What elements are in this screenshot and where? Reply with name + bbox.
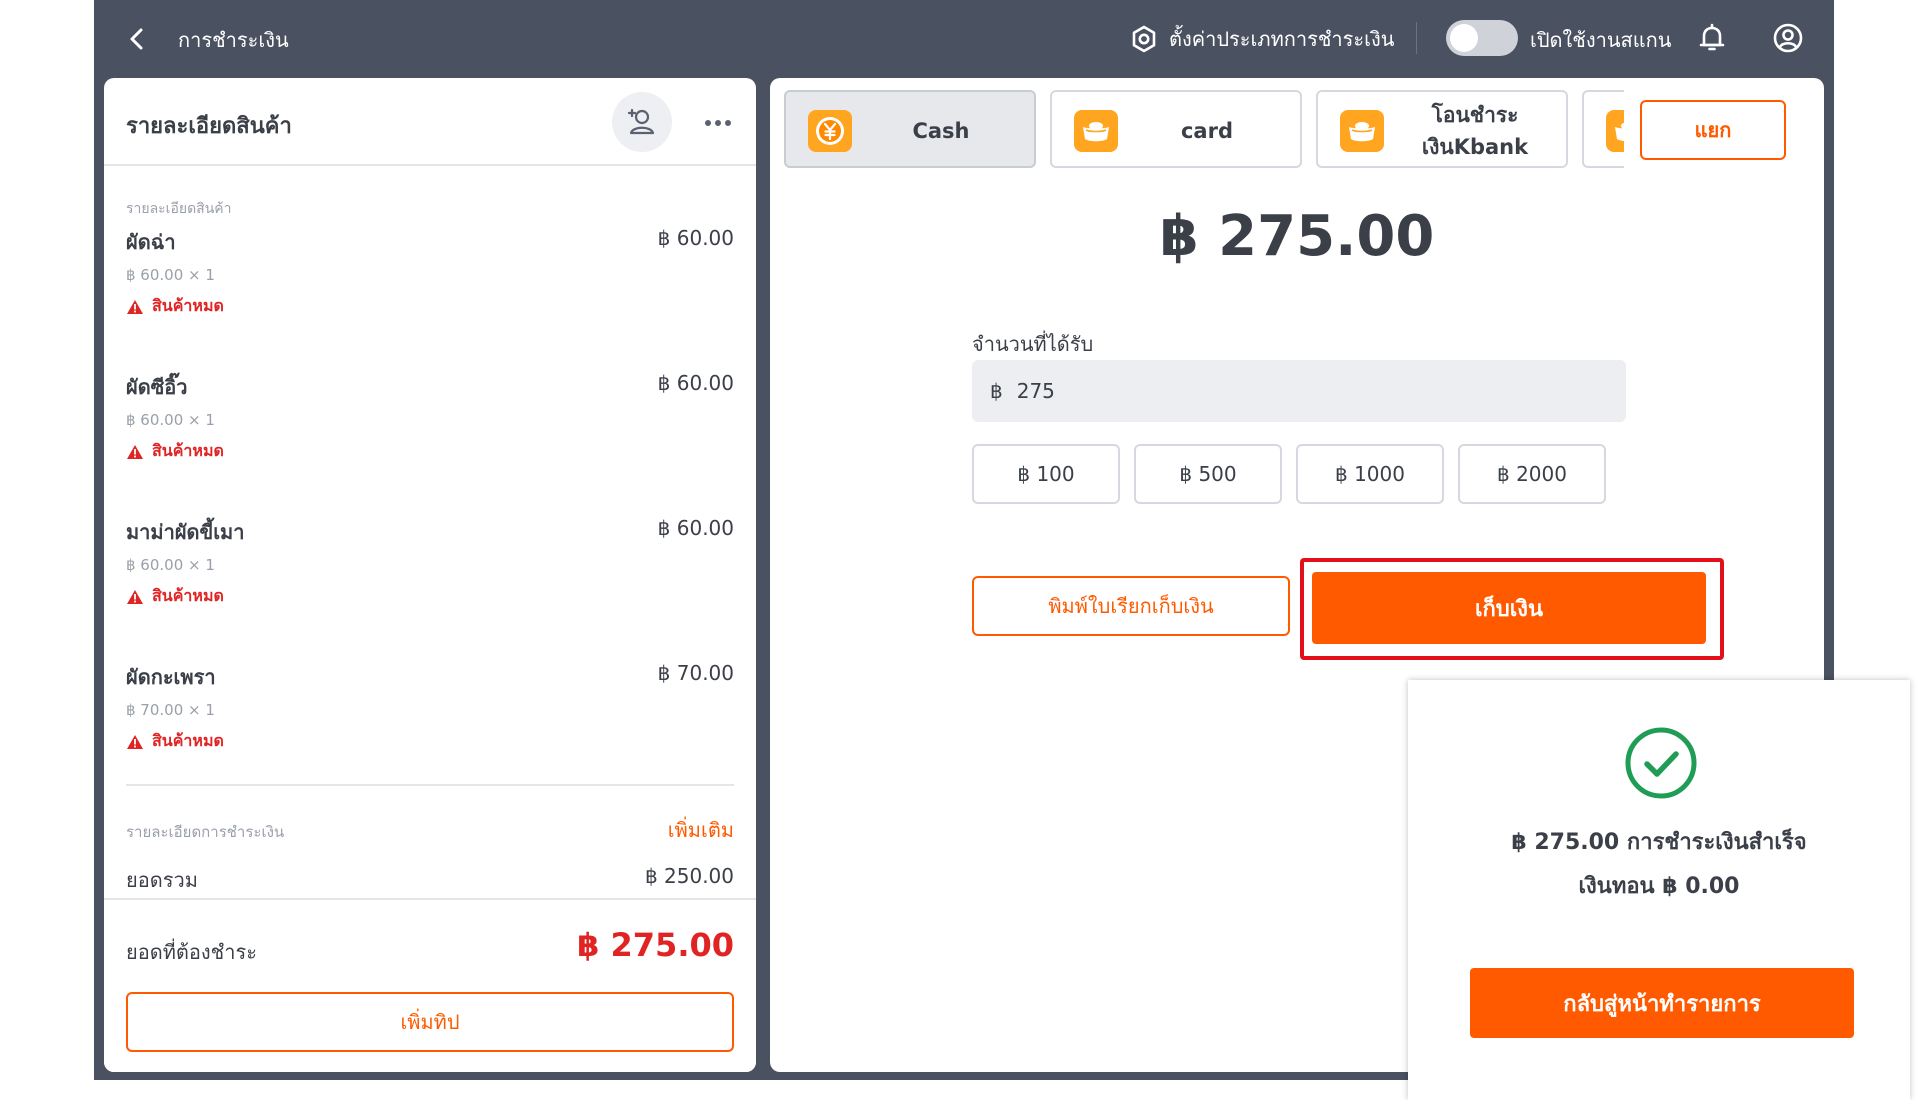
item-status-label: สินค้าหมด bbox=[152, 441, 224, 460]
quick-amount-button[interactable]: ฿ 100 bbox=[972, 444, 1120, 504]
order-details-panel: รายละเอียดสินค้า รายละเอียดสินค้า ผัดฉ่า… bbox=[104, 78, 756, 1072]
order-item[interactable]: ผัดกะเพรา ฿ 70.00 ฿ 70.00 × 1 สินค้าหมด bbox=[126, 661, 734, 781]
subtotal-label: ยอดรวม bbox=[126, 868, 198, 892]
order-item[interactable]: มาม่าผัดขี้เมา ฿ 60.00 ฿ 60.00 × 1 สินค้… bbox=[126, 516, 734, 636]
item-quantity: ฿ 60.00 × 1 bbox=[126, 556, 215, 574]
more-horizontal-icon bbox=[705, 120, 731, 126]
item-name: ผัดกะเพรา bbox=[126, 665, 216, 689]
warning-icon bbox=[127, 734, 143, 749]
warning-icon bbox=[127, 299, 143, 314]
collect-payment-button[interactable]: เก็บเงิน bbox=[1312, 572, 1706, 644]
item-status-label: สินค้าหมด bbox=[152, 586, 224, 605]
gold-ingot-icon bbox=[1340, 110, 1384, 152]
amount-received-input[interactable]: ฿ 275 bbox=[972, 360, 1626, 422]
profile-button[interactable] bbox=[1770, 20, 1806, 56]
item-quantity: ฿ 70.00 × 1 bbox=[126, 701, 215, 719]
gold-ingot-icon bbox=[1606, 110, 1624, 152]
split-bill-button[interactable]: แยก bbox=[1640, 100, 1786, 160]
scan-toggle[interactable] bbox=[1446, 20, 1518, 56]
quick-amount-button[interactable]: ฿ 2000 bbox=[1458, 444, 1606, 504]
out-of-stock-status: สินค้าหมด bbox=[126, 584, 224, 609]
item-name: มาม่าผัดขี้เมา bbox=[126, 520, 245, 544]
items-section-label: รายละเอียดสินค้า bbox=[126, 201, 232, 217]
top-bar: การชำระเงิน ตั้งค่าประเภทการชำระเงิน เปิ… bbox=[94, 0, 1834, 78]
item-price: ฿ 70.00 bbox=[657, 661, 734, 685]
order-details-title: รายละเอียดสินค้า bbox=[126, 114, 292, 139]
currency-symbol: ฿ bbox=[990, 379, 1003, 403]
settings-label: ตั้งค่าประเภทการชำระเงิน bbox=[1169, 27, 1395, 51]
scan-label: เปิดใช้งานสแกน bbox=[1530, 28, 1672, 52]
item-quantity: ฿ 60.00 × 1 bbox=[126, 411, 215, 429]
payment-method-tabs: Cash card โอนชำระเงินKbank bbox=[784, 90, 1624, 168]
change-amount: เงินทอน ฿ 0.00 bbox=[1578, 874, 1740, 899]
gold-ingot-icon bbox=[1074, 110, 1118, 152]
back-button[interactable] bbox=[120, 22, 154, 56]
total-due-value: ฿ 275.00 bbox=[577, 926, 734, 964]
payment-section-label: รายละเอียดการชำระเงิน bbox=[126, 823, 285, 841]
payment-success-message: ฿ 275.00 การชำระเงินสำเร็จ bbox=[1511, 830, 1807, 855]
payment-method-label: card bbox=[1180, 119, 1233, 143]
add-customer-button[interactable] bbox=[612, 92, 672, 152]
subtotal-value: ฿ 250.00 bbox=[644, 864, 734, 888]
user-circle-icon bbox=[1773, 23, 1803, 53]
chevron-left-icon bbox=[130, 28, 143, 50]
out-of-stock-status: สินค้าหมด bbox=[126, 294, 224, 319]
item-status-label: สินค้าหมด bbox=[152, 296, 224, 315]
warning-icon bbox=[127, 444, 143, 459]
payment-method-label: Cash bbox=[912, 119, 970, 143]
notification-button[interactable] bbox=[1694, 20, 1730, 56]
amount-received-label: จำนวนที่ได้รับ bbox=[972, 332, 1094, 356]
payment-method-kbank-transfer[interactable]: โอนชำระเงินKbank bbox=[1316, 90, 1568, 168]
item-quantity: ฿ 60.00 × 1 bbox=[126, 266, 215, 284]
payment-method-cash[interactable]: Cash bbox=[784, 90, 1036, 168]
order-item[interactable]: ผัดซีอิ๊ว ฿ 60.00 ฿ 60.00 × 1 สินค้าหมด bbox=[126, 371, 734, 491]
warning-icon bbox=[127, 589, 143, 604]
order-details-header: รายละเอียดสินค้า bbox=[104, 78, 756, 166]
add-tip-button[interactable]: เพิ่มทิป bbox=[126, 992, 734, 1052]
back-to-transactions-button[interactable]: กลับสู่หน้าทำรายการ bbox=[1470, 968, 1854, 1038]
toggle-knob bbox=[1450, 24, 1478, 52]
out-of-stock-status: สินค้าหมด bbox=[126, 729, 224, 754]
add-more-link[interactable]: เพิ่มเติม bbox=[668, 814, 734, 846]
print-bill-button[interactable]: พิมพ์ใบเรียกเก็บเงิน bbox=[972, 576, 1290, 636]
item-name: ผัดฉ่า bbox=[126, 230, 176, 254]
section-divider bbox=[126, 784, 734, 786]
amount-received-value: 275 bbox=[1016, 379, 1055, 403]
payment-type-settings-button[interactable]: ตั้งค่าประเภทการชำระเงิน bbox=[1129, 20, 1394, 58]
out-of-stock-status: สินค้าหมด bbox=[126, 439, 224, 464]
item-status-label: สินค้าหมด bbox=[152, 731, 224, 750]
more-options-button[interactable] bbox=[698, 108, 738, 138]
page-title: การชำระเงิน bbox=[178, 28, 289, 52]
check-circle-icon bbox=[1625, 727, 1697, 799]
amount-due: ฿ 275.00 bbox=[1159, 204, 1435, 269]
payment-method-card[interactable]: card bbox=[1050, 90, 1302, 168]
payment-method-more[interactable] bbox=[1582, 90, 1624, 168]
item-price: ฿ 60.00 bbox=[657, 226, 734, 250]
order-footer: ยอดที่ต้องชำระ ฿ 275.00 เพิ่มทิป bbox=[104, 898, 756, 1072]
item-price: ฿ 60.00 bbox=[657, 371, 734, 395]
bell-icon bbox=[1699, 23, 1725, 51]
payment-method-label: โอนชำระเงินKbank bbox=[1421, 103, 1529, 159]
item-price: ฿ 60.00 bbox=[657, 516, 734, 540]
add-person-icon bbox=[627, 108, 655, 135]
quick-amount-button[interactable]: ฿ 500 bbox=[1134, 444, 1282, 504]
total-due-label: ยอดที่ต้องชำระ bbox=[126, 940, 257, 964]
settings-gear-icon bbox=[1132, 25, 1156, 53]
quick-amount-button[interactable]: ฿ 1000 bbox=[1296, 444, 1444, 504]
item-name: ผัดซีอิ๊ว bbox=[126, 375, 188, 399]
header-divider bbox=[1416, 22, 1417, 54]
yen-coin-icon bbox=[808, 110, 852, 152]
payment-success-popup: ฿ 275.00 การชำระเงินสำเร็จ เงินทอน ฿ 0.0… bbox=[1408, 680, 1910, 1100]
order-item[interactable]: ผัดฉ่า ฿ 60.00 ฿ 60.00 × 1 สินค้าหมด bbox=[126, 226, 734, 346]
